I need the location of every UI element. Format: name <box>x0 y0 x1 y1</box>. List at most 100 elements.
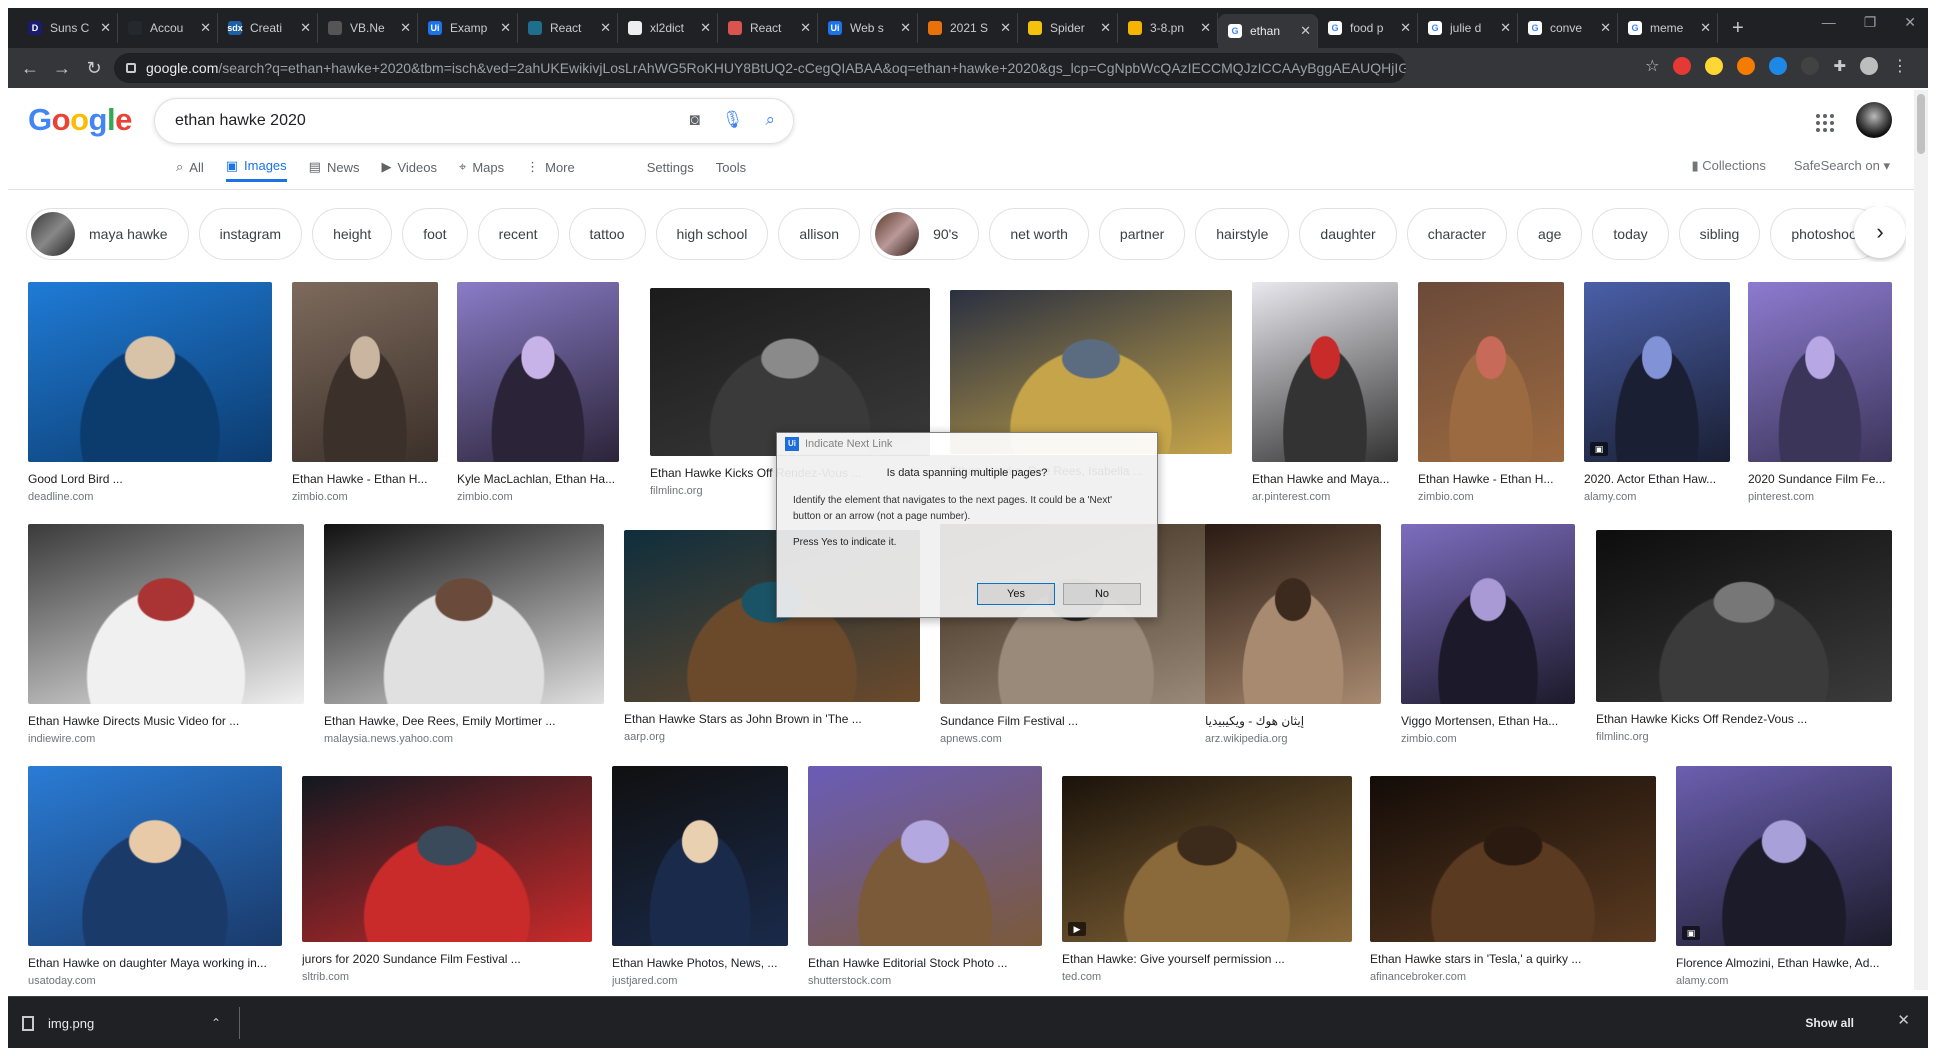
avatar[interactable] <box>1856 102 1892 138</box>
related-chip[interactable]: maya hawke <box>26 208 189 260</box>
related-chip[interactable]: partner <box>1098 208 1186 260</box>
image-result[interactable]: Ethan Hawke stars in 'Tesla,' a quirky .… <box>1370 776 1656 983</box>
tab-close-icon[interactable]: ✕ <box>100 20 111 36</box>
image-result[interactable]: Good Lord Bird ... deadline.com <box>28 282 272 503</box>
result-thumbnail[interactable] <box>808 766 1042 946</box>
browser-tab[interactable]: D Suns C ✕ <box>18 13 118 43</box>
star-icon[interactable]: ☆ <box>1645 56 1659 76</box>
collections-link[interactable]: ▮ Collections <box>1691 158 1765 174</box>
image-result[interactable]: ▣ 2020. Actor Ethan Haw... alamy.com <box>1584 282 1730 503</box>
related-chip[interactable]: instagram <box>198 208 303 260</box>
tab-close-icon[interactable]: ✕ <box>800 20 811 36</box>
google-apps-icon[interactable] <box>1816 114 1834 132</box>
browser-tab[interactable]: Gfood p ✕ <box>1318 13 1418 43</box>
image-result[interactable]: ▣ Florence Almozini, Ethan Hawke, Ad... al… <box>1676 766 1892 987</box>
related-chip[interactable]: character <box>1406 208 1508 260</box>
extension-blue-icon[interactable] <box>1769 57 1788 75</box>
related-chip[interactable]: tattoo <box>568 208 646 260</box>
no-button[interactable]: No <box>1063 583 1141 605</box>
menu-dots-icon[interactable]: ⋮ <box>1892 56 1908 76</box>
related-chip[interactable]: foot <box>402 208 468 260</box>
google-logo[interactable]: Google <box>28 102 132 138</box>
browser-tab[interactable]: 2021 S ✕ <box>918 13 1018 43</box>
page-scrollbar[interactable] <box>1914 90 1928 990</box>
microphone-icon[interactable]: 🎙︎ <box>722 110 744 130</box>
result-thumbnail[interactable] <box>28 524 304 704</box>
search-input[interactable]: ethan hawke 2020 ◙ 🎙︎ ⌕ <box>154 98 794 144</box>
tab-close-icon[interactable]: ✕ <box>200 20 211 36</box>
back-arrow-icon[interactable]: ← <box>14 58 46 79</box>
tab-close-icon[interactable]: ✕ <box>900 20 911 36</box>
result-thumbnail[interactable] <box>1596 530 1892 702</box>
image-result[interactable]: Ethan Hawke and Maya... ar.pinterest.com <box>1252 282 1398 503</box>
related-chip[interactable]: sibling <box>1678 208 1761 260</box>
image-result[interactable]: Ethan Hawke Editorial Stock Photo ... shu… <box>808 766 1042 987</box>
tab-all[interactable]: ⌕ All <box>176 152 204 182</box>
browser-tab[interactable]: Ui Examp ✕ <box>418 13 518 43</box>
related-chip[interactable]: net worth <box>989 208 1089 260</box>
maximize-icon[interactable]: ❐ <box>1864 14 1877 31</box>
result-thumbnail[interactable] <box>1418 282 1564 462</box>
result-thumbnail[interactable] <box>1584 282 1730 462</box>
browser-tab[interactable]: Gmeme ✕ <box>1618 13 1718 43</box>
browser-tab[interactable]: Gconve ✕ <box>1518 13 1618 43</box>
image-result[interactable]: jurors for 2020 Sundance Film Festival .… <box>302 776 592 983</box>
result-thumbnail[interactable] <box>612 766 788 946</box>
search-icon[interactable]: ⌕ <box>765 110 775 130</box>
tab-close-icon[interactable]: ✕ <box>300 20 311 36</box>
image-result[interactable]: Ethan Hawke - Ethan H... zimbio.com <box>292 282 438 503</box>
close-icon[interactable]: ✕ <box>1897 1011 1910 1029</box>
minimize-icon[interactable]: — <box>1822 14 1836 31</box>
browser-tab[interactable]: Ui Web s ✕ <box>818 13 918 43</box>
result-thumbnail[interactable] <box>1062 776 1352 942</box>
tab-close-icon[interactable]: ✕ <box>700 20 711 36</box>
result-thumbnail[interactable] <box>28 766 282 946</box>
browser-tab[interactable]: Gjulie d ✕ <box>1418 13 1518 43</box>
result-thumbnail[interactable] <box>28 282 272 462</box>
related-chip[interactable]: 90's <box>870 208 980 260</box>
result-thumbnail[interactable] <box>950 290 1232 454</box>
result-thumbnail[interactable] <box>324 524 604 704</box>
tab-close-icon[interactable]: ✕ <box>1100 20 1111 36</box>
tools-link[interactable]: Tools <box>716 152 746 182</box>
scrollbar-thumb[interactable] <box>1917 94 1925 154</box>
tab-close-icon[interactable]: ✕ <box>600 20 611 36</box>
show-all-button[interactable]: Show all <box>1793 1011 1866 1035</box>
related-chip[interactable]: today <box>1592 208 1669 260</box>
download-item[interactable]: img.png ⌃ <box>22 1007 240 1039</box>
result-thumbnail[interactable] <box>1748 282 1892 462</box>
close-window-icon[interactable]: ✕ <box>1904 14 1916 31</box>
tab-close-icon[interactable]: ✕ <box>1000 20 1011 36</box>
related-chip[interactable]: high school <box>655 208 769 260</box>
browser-tab[interactable]: sdx Creati ✕ <box>218 13 318 43</box>
tab-close-icon[interactable]: ✕ <box>1300 23 1311 39</box>
puzzle-icon[interactable]: ✚ <box>1833 57 1846 75</box>
new-tab-icon[interactable]: + <box>1732 17 1744 40</box>
extension-dark-icon[interactable] <box>1801 57 1820 75</box>
result-thumbnail[interactable] <box>302 776 592 942</box>
browser-tab[interactable]: Spider ✕ <box>1018 13 1118 43</box>
image-result[interactable]: 2020 Sundance Film Fe... pinterest.com <box>1748 282 1892 503</box>
tab-videos[interactable]: ▶ Videos <box>381 152 437 182</box>
browser-tab[interactable]: React ✕ <box>718 13 818 43</box>
browser-tab[interactable]: xl2dict ✕ <box>618 13 718 43</box>
tab-news[interactable]: ▤ News <box>309 152 360 182</box>
extension-red-icon[interactable] <box>1673 57 1692 75</box>
tab-maps[interactable]: ⌖ Maps <box>459 152 504 182</box>
safesearch-toggle[interactable]: SafeSearch on ▾ <box>1794 158 1890 174</box>
browser-tab[interactable]: VB.Ne ✕ <box>318 13 418 43</box>
result-thumbnail[interactable] <box>1252 282 1398 462</box>
profile-icon[interactable] <box>1860 57 1878 75</box>
tab-close-icon[interactable]: ✕ <box>1200 20 1211 36</box>
address-bar[interactable]: google.com/search?q=ethan+hawke+2020&tbm… <box>114 53 1406 83</box>
camera-icon[interactable]: ◙ <box>690 110 700 130</box>
image-result[interactable]: إيثان هوك - ويكيبيديا arz.wikipedia.org <box>1205 524 1381 745</box>
result-thumbnail[interactable] <box>650 288 930 456</box>
tab-more[interactable]: ⋮ More <box>526 152 575 182</box>
chevron-right-icon[interactable]: › <box>1854 206 1906 258</box>
browser-tab[interactable]: 3-8.pn ✕ <box>1118 13 1218 43</box>
image-result[interactable]: Viggo Mortensen, Ethan Ha... zimbio.com <box>1401 524 1575 745</box>
related-chip[interactable]: allison <box>778 208 861 260</box>
image-result[interactable]: Ethan Hawke - Ethan H... zimbio.com <box>1418 282 1564 503</box>
browser-tab[interactable]: React ✕ <box>518 13 618 43</box>
